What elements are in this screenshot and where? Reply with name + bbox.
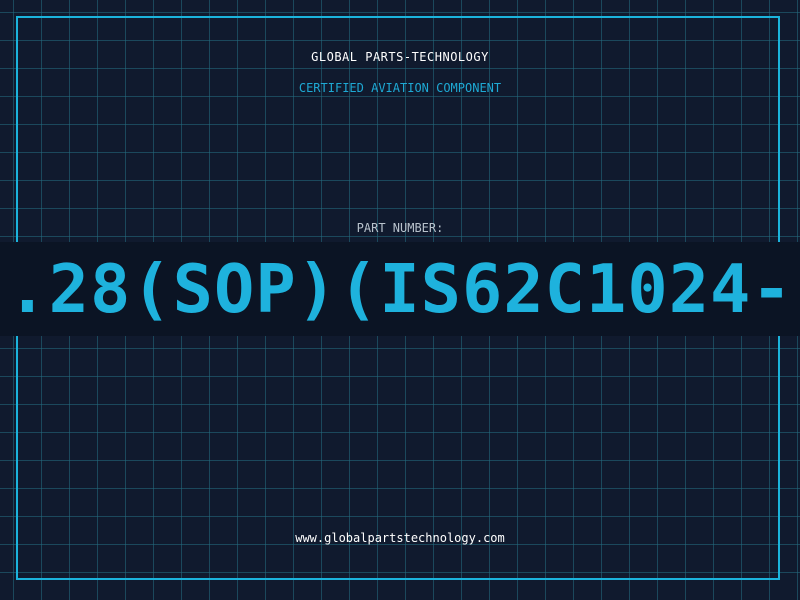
part-number-band: .28(SOP)(IS62C1024- (0, 242, 800, 336)
brand-title: GLOBAL PARTS-TECHNOLOGY (311, 50, 489, 64)
certificate-canvas: GLOBAL PARTS-TECHNOLOGY CERTIFIED AVIATI… (0, 0, 800, 600)
part-number-label: PART NUMBER: (356, 221, 444, 235)
certification-subtitle: CERTIFIED AVIATION COMPONENT (298, 81, 502, 95)
part-number-value: .28(SOP)(IS62C1024- (7, 250, 793, 328)
website-url: www.globalpartstechnology.com (295, 531, 505, 545)
